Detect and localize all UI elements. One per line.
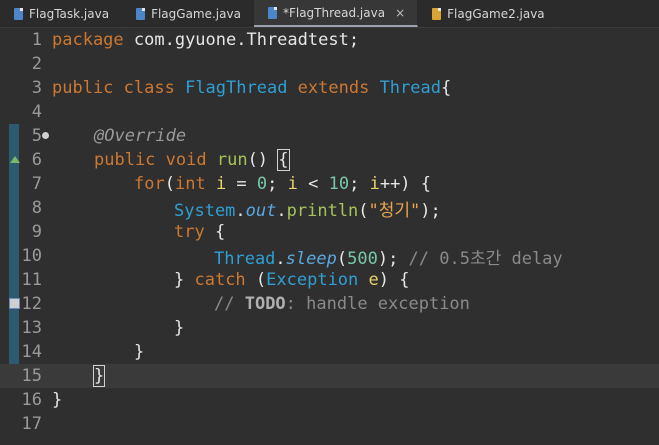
java-file-icon: [14, 7, 23, 20]
code-text: }: [92, 365, 106, 387]
code-text: @Override: [94, 126, 187, 146]
code-text: Thread.sleep(500); // 0.5초간 delay: [214, 248, 563, 269]
matching-brace: }: [92, 365, 106, 387]
code-editor[interactable]: 1 package com.gyuone.Threadtest; 2 3 pub…: [0, 28, 659, 445]
code-line: 5 @Override: [0, 124, 659, 148]
code-text: public void run() {: [94, 149, 290, 171]
line-number: 3: [31, 78, 42, 98]
code-text: public class FlagThread extends Thread{: [52, 78, 452, 98]
line-number: 12: [21, 294, 42, 314]
tab-label: *FlagThread.java: [282, 5, 386, 20]
tab-flagtask[interactable]: FlagTask.java: [0, 0, 123, 27]
code-line: 2: [0, 52, 659, 76]
line-number: 5: [31, 126, 42, 146]
code-line: 7 for(int i = 0; i < 10; i++) {: [0, 172, 659, 196]
code-line: 10 Thread.sleep(500); // 0.5초간 delay: [0, 244, 659, 269]
line-number: 2: [31, 54, 42, 74]
code-line: 1 package com.gyuone.Threadtest;: [0, 28, 659, 52]
code-line: 16 }: [0, 388, 659, 412]
line-number: 11: [21, 270, 42, 290]
code-text: for(int i = 0; i < 10; i++) {: [134, 174, 432, 194]
close-icon[interactable]: ×: [395, 6, 405, 20]
code-text: }: [174, 318, 185, 338]
line-number: 4: [31, 102, 42, 122]
line-number: 14: [21, 342, 42, 362]
line-number: 1: [31, 30, 42, 50]
line-number: 9: [31, 222, 42, 242]
code-text: } catch (Exception e) {: [174, 270, 410, 290]
tab-label: FlagGame2.java: [447, 6, 545, 21]
tab-label: FlagTask.java: [29, 6, 110, 21]
code-line: 14 }: [0, 340, 659, 364]
code-text: System.out.println("청기");: [174, 200, 441, 221]
code-text: // TODO: handle exception: [214, 294, 470, 314]
tab-flaggame2[interactable]: FlagGame2.java: [418, 0, 558, 27]
code-line: 13 }: [0, 316, 659, 340]
java-file-icon: [136, 7, 146, 20]
line-number: 10: [21, 246, 42, 266]
java-file-icon: [267, 6, 277, 19]
line-number: 16: [21, 390, 42, 410]
code-line: 9 try {: [0, 220, 659, 244]
line-number: 17: [21, 414, 42, 434]
code-text: }: [134, 342, 145, 362]
code-line: 4: [0, 100, 659, 124]
line-number: 13: [21, 318, 42, 338]
code-line: 8 System.out.println("청기");: [0, 196, 659, 221]
code-text: try {: [174, 222, 226, 242]
tab-flaggame[interactable]: FlagGame.java: [122, 0, 254, 27]
code-line: 6 public void run() {: [0, 148, 659, 172]
code-line: 12 // TODO: handle exception: [0, 292, 659, 316]
line-number: 15: [21, 366, 42, 386]
line-number: 6: [31, 150, 42, 170]
code-text: package com.gyuone.Threadtest;: [52, 30, 360, 50]
tab-label: FlagGame.java: [151, 6, 241, 21]
code-line-current: 15 }: [0, 364, 659, 388]
matching-brace: {: [277, 149, 290, 171]
editor-tab-bar: FlagTask.java FlagGame.java *FlagThread.…: [0, 0, 659, 28]
code-line: 3 public class FlagThread extends Thread…: [0, 76, 659, 100]
java-file-warning-icon: [432, 7, 442, 20]
tab-flagthread[interactable]: *FlagThread.java ×: [253, 0, 419, 27]
code-line: 11 } catch (Exception e) {: [0, 268, 659, 292]
fold-toggle-icon[interactable]: [42, 132, 49, 139]
code-text: }: [52, 390, 63, 410]
code-line: 17: [0, 412, 659, 436]
text-caret: [104, 367, 106, 385]
line-number: 8: [31, 198, 42, 218]
line-number: 7: [31, 174, 42, 194]
